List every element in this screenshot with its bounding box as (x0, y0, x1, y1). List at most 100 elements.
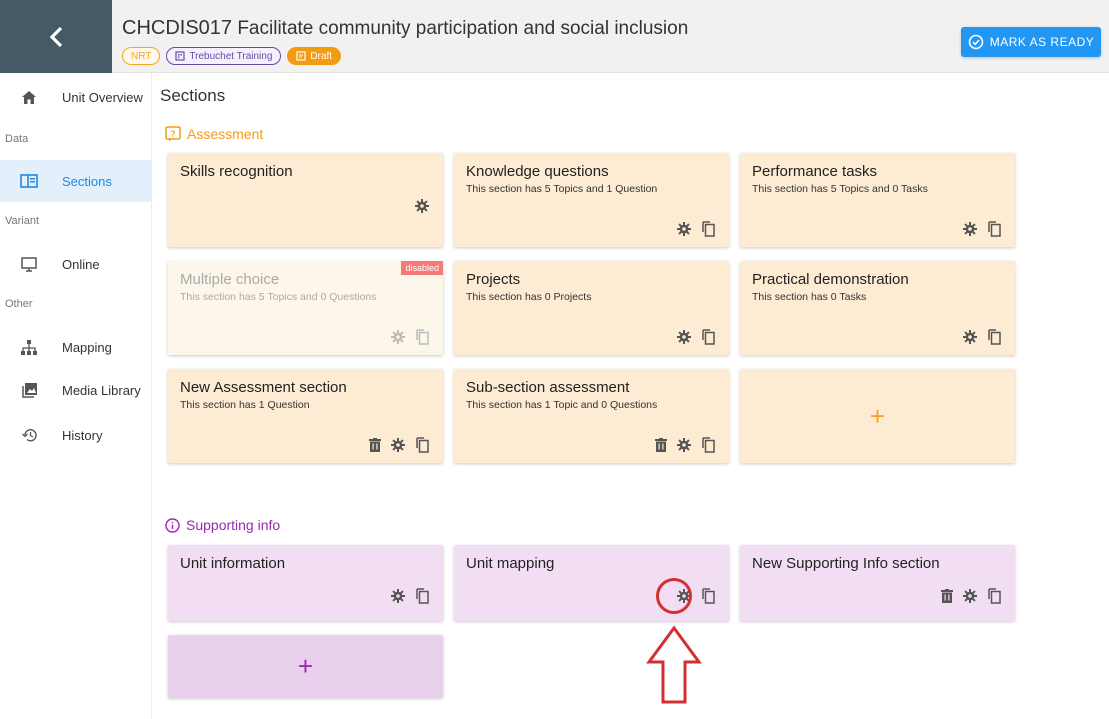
supporting-info-label: Supporting info (186, 517, 281, 533)
section-card-projects[interactable]: Projects This section has 0 Projects (454, 261, 729, 355)
history-icon (21, 429, 37, 442)
highlight-circle (656, 578, 692, 614)
section-card-skills-recognition[interactable]: Skills recognition (168, 153, 443, 247)
sidebar-item-media-library[interactable]: Media Library (0, 369, 152, 411)
nav-group-other: Other (5, 298, 33, 310)
copy-icon[interactable] (987, 588, 1001, 604)
section-card-knowledge-questions[interactable]: Knowledge questions This section has 5 T… (454, 153, 729, 247)
draft-icon (296, 51, 306, 61)
copy-icon[interactable] (701, 437, 715, 453)
home-icon (22, 90, 36, 104)
building-icon (175, 51, 185, 61)
sidebar-item-history[interactable]: History (0, 414, 152, 456)
settings-icon[interactable] (391, 438, 405, 452)
sidebar-item-label: Media Library (62, 382, 141, 398)
card-title: Multiple choice (180, 271, 280, 288)
settings-icon[interactable] (677, 438, 691, 452)
quiz-icon: ? (165, 126, 181, 142)
copy-icon[interactable] (701, 329, 715, 345)
sidebar-item-label: History (62, 427, 103, 443)
disabled-badge: disabled (401, 261, 443, 275)
copy-icon[interactable] (701, 588, 715, 604)
delete-icon[interactable] (655, 438, 667, 452)
unit-title: Facilitate community participation and s… (237, 18, 689, 39)
supporting-info-group-header: Supporting info (165, 517, 280, 533)
sections-icon (20, 174, 38, 188)
card-subtitle: This section has 1 Topic and 0 Questions (466, 399, 658, 411)
card-title: New Assessment section (180, 379, 347, 396)
page-title: CHCDIS017 Facilitate community participa… (122, 17, 688, 40)
sidebar-item-online[interactable]: Online (0, 243, 152, 285)
settings-icon[interactable] (963, 330, 977, 344)
section-card-performance-tasks[interactable]: Performance tasks This section has 5 Top… (740, 153, 1015, 247)
card-title: Projects (466, 271, 521, 288)
card-title: Sub-section assessment (466, 379, 630, 396)
settings-icon[interactable] (963, 222, 977, 236)
org-tag-label: Trebuchet Training (189, 50, 273, 62)
copy-icon[interactable] (415, 588, 429, 604)
back-button[interactable] (0, 0, 112, 73)
sidebar-item-sections[interactable]: Sections (0, 160, 152, 202)
nav-group-data: Data (5, 133, 29, 145)
mark-as-ready-button[interactable]: MARK AS READY (961, 27, 1101, 57)
nav-group-variant: Variant (5, 215, 40, 227)
sidebar-item-label: Sections (62, 173, 112, 189)
section-card-unit-mapping[interactable]: Unit mapping (454, 545, 729, 621)
delete-icon[interactable] (369, 438, 381, 452)
section-card-multiple-choice[interactable]: disabled Multiple choice This section ha… (168, 261, 443, 355)
sidebar-item-unit-overview[interactable]: Unit Overview (0, 76, 152, 118)
section-card-sub-section-assessment[interactable]: Sub-section assessment This section has … (454, 369, 729, 463)
card-subtitle: This section has 5 Topics and 0 Question… (180, 291, 377, 303)
delete-icon[interactable] (941, 589, 953, 603)
copy-icon[interactable] (987, 221, 1001, 237)
card-subtitle: This section has 0 Projects (466, 291, 592, 303)
up-arrow-annotation (646, 625, 702, 704)
monitor-icon (21, 256, 37, 272)
settings-icon[interactable] (677, 222, 691, 236)
assessment-label: Assessment (187, 126, 264, 142)
nrt-tag: NRT (122, 47, 161, 65)
sidebar: Unit Overview Data Sections Variant Onli… (0, 73, 152, 719)
card-subtitle: This section has 1 Question (180, 399, 310, 411)
page-heading: Sections (160, 86, 226, 105)
card-subtitle: This section has 5 Topics and 1 Question (466, 183, 658, 195)
settings-icon[interactable] (391, 589, 405, 603)
svg-text:?: ? (170, 129, 175, 139)
section-card-unit-information[interactable]: Unit information (168, 545, 443, 621)
copy-icon[interactable] (415, 329, 429, 345)
sidebar-item-label: Online (62, 256, 100, 272)
card-title: Knowledge questions (466, 163, 609, 180)
status-badge: Draft (287, 47, 342, 65)
image-library-icon (21, 382, 37, 398)
status-label: Draft (310, 50, 333, 62)
check-circle-icon (968, 34, 984, 50)
add-assessment-section-button[interactable]: + (740, 369, 1015, 463)
card-subtitle: This section has 5 Topics and 0 Tasks (752, 183, 928, 195)
section-card-practical-demonstration[interactable]: Practical demonstration This section has… (740, 261, 1015, 355)
sidebar-item-mapping[interactable]: Mapping (0, 326, 152, 368)
settings-icon[interactable] (963, 589, 977, 603)
card-title: Skills recognition (180, 163, 293, 180)
add-supporting-info-section-button[interactable]: + (168, 635, 443, 698)
copy-icon[interactable] (701, 221, 715, 237)
card-title: Practical demonstration (752, 271, 909, 288)
unit-code: CHCDIS017 (122, 17, 233, 39)
top-bar: CHCDIS017 Facilitate community participa… (0, 0, 1109, 73)
settings-icon[interactable] (391, 330, 405, 344)
section-card-new-assessment[interactable]: New Assessment section This section has … (168, 369, 443, 463)
nrt-tag-label: NRT (131, 50, 152, 62)
sidebar-item-label: Unit Overview (62, 89, 143, 105)
card-title: Unit mapping (466, 555, 555, 572)
plus-icon: + (869, 400, 886, 431)
mark-as-ready-label: MARK AS READY (989, 35, 1095, 49)
settings-icon[interactable] (677, 330, 691, 344)
copy-icon[interactable] (987, 329, 1001, 345)
section-card-new-supporting-info[interactable]: New Supporting Info section (740, 545, 1015, 621)
copy-icon[interactable] (415, 437, 429, 453)
card-title: Performance tasks (752, 163, 878, 180)
settings-icon[interactable] (415, 199, 429, 213)
sidebar-item-label: Mapping (62, 339, 112, 355)
info-icon (165, 517, 180, 533)
plus-icon: + (297, 651, 314, 681)
chevron-left-icon (49, 26, 63, 47)
